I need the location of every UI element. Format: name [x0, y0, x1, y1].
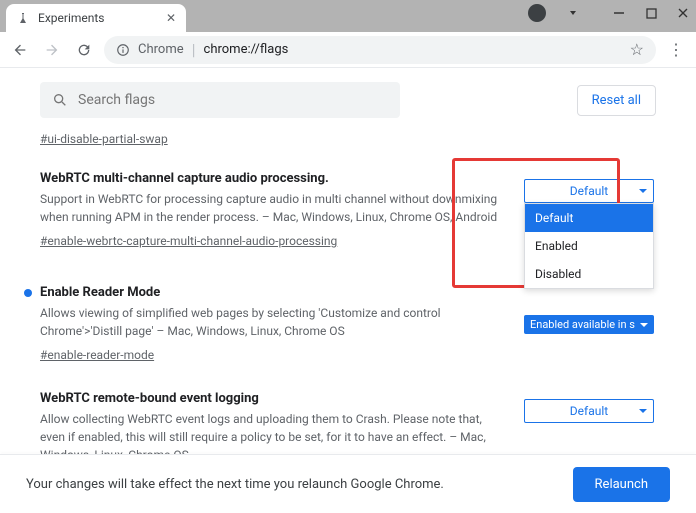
- browser-toolbar: Chrome | chrome://flags ☆ ⋮: [0, 32, 696, 68]
- kebab-menu-icon[interactable]: ⋮: [664, 40, 688, 59]
- chevron-down-icon: [639, 189, 647, 193]
- maximize-button[interactable]: [644, 6, 658, 20]
- tab-title: Experiments: [38, 11, 158, 25]
- dropdown-option[interactable]: Enabled: [525, 232, 653, 260]
- chevron-down-icon: [570, 11, 576, 15]
- flag-anchor-link[interactable]: #enable-reader-mode: [40, 348, 154, 362]
- bookmark-star-icon[interactable]: ☆: [630, 40, 644, 59]
- flag-anchor-link[interactable]: #enable-webrtc-capture-multi-channel-aud…: [40, 234, 337, 248]
- search-input[interactable]: [78, 92, 388, 108]
- omnibox-url: chrome://flags: [204, 42, 289, 57]
- omnibox-prefix: Chrome: [138, 42, 184, 57]
- account-menu[interactable]: [528, 4, 576, 22]
- minimize-button[interactable]: [612, 6, 626, 20]
- page-content: Reset all #ui-disable-partial-swap WebRT…: [0, 68, 696, 455]
- relaunch-button[interactable]: Relaunch: [573, 467, 670, 502]
- flag-select[interactable]: Default: [524, 179, 654, 203]
- flag-select[interactable]: Enabled available in s: [524, 315, 654, 334]
- flag-description: Allows viewing of simplified web pages b…: [40, 304, 508, 340]
- flag-description: Allow collecting WebRTC event logs and u…: [40, 410, 508, 455]
- browser-tab[interactable]: Experiments ✕: [6, 4, 186, 32]
- flag-title: Enable Reader Mode: [40, 285, 508, 300]
- select-dropdown: Default Enabled Disabled: [524, 203, 654, 289]
- chevron-down-icon: [639, 409, 647, 413]
- dropdown-option[interactable]: Default: [525, 204, 653, 232]
- flag-description: Support in WebRTC for processing capture…: [40, 190, 508, 226]
- reload-button[interactable]: [72, 38, 96, 62]
- previous-flag-link[interactable]: #ui-disable-partial-swap: [40, 132, 168, 146]
- forward-button[interactable]: [40, 38, 64, 62]
- modified-indicator-dot: [24, 289, 32, 297]
- flag-select[interactable]: Default: [524, 399, 654, 423]
- omnibox-separator: |: [192, 40, 196, 59]
- account-icon: [528, 4, 546, 22]
- dropdown-option[interactable]: Disabled: [525, 260, 653, 288]
- window-close-button[interactable]: [676, 6, 690, 20]
- info-icon: [116, 43, 130, 57]
- select-value: Default: [570, 404, 608, 418]
- relaunch-footer: Your changes will take effect the next t…: [0, 455, 696, 513]
- close-icon[interactable]: ✕: [166, 11, 176, 25]
- flag-item: WebRTC multi-channel capture audio proce…: [40, 171, 656, 249]
- search-icon: [52, 92, 68, 108]
- back-button[interactable]: [8, 38, 32, 62]
- window-titlebar: Experiments ✕: [0, 0, 696, 32]
- footer-message: Your changes will take effect the next t…: [26, 477, 444, 492]
- search-flags-box[interactable]: [40, 82, 400, 118]
- flask-icon: [16, 11, 30, 25]
- flag-title: WebRTC multi-channel capture audio proce…: [40, 171, 508, 186]
- chevron-down-icon: [640, 323, 648, 327]
- flag-title: WebRTC remote-bound event logging: [40, 391, 508, 406]
- flag-item: Enable Reader Mode Allows viewing of sim…: [40, 285, 656, 363]
- address-bar[interactable]: Chrome | chrome://flags ☆: [104, 36, 656, 64]
- select-value: Enabled available in s: [530, 318, 635, 331]
- reset-all-button[interactable]: Reset all: [577, 85, 656, 116]
- select-value: Default: [570, 184, 608, 198]
- flag-item: WebRTC remote-bound event logging Allow …: [40, 391, 656, 455]
